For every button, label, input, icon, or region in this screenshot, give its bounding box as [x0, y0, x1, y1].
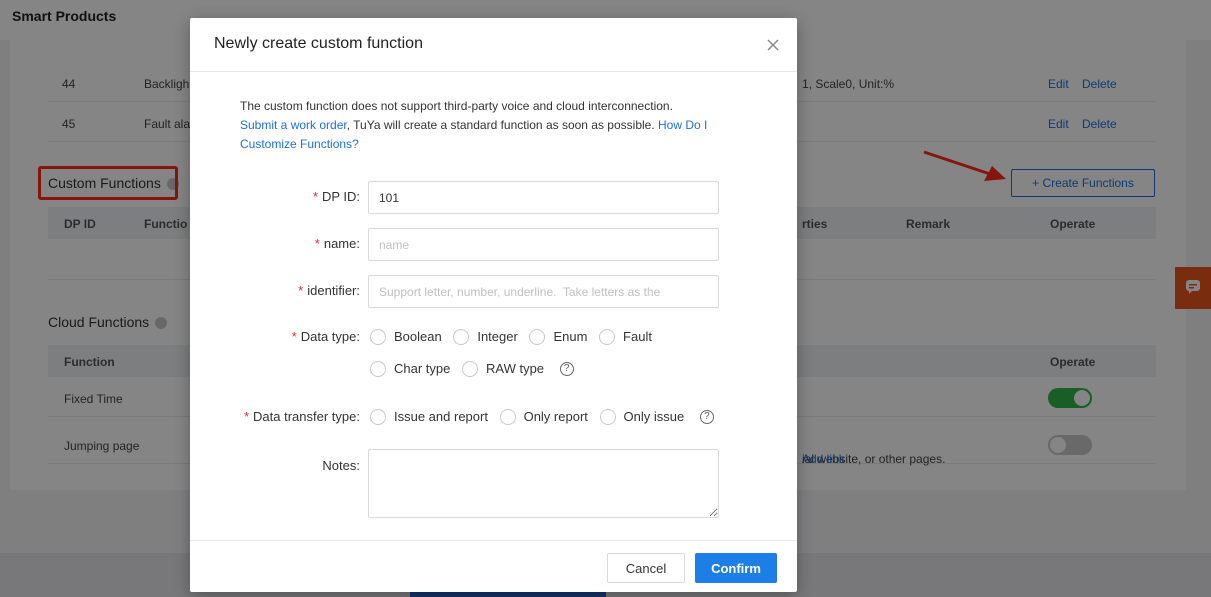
question-circle-icon[interactable]: ?	[699, 409, 714, 424]
notes-label: Notes:	[322, 458, 360, 473]
dialog-title: Newly create custom function	[214, 35, 423, 52]
identifier-label: * identifier:	[298, 283, 360, 298]
name-label: * name:	[314, 236, 360, 251]
question-circle-icon[interactable]: ?	[559, 361, 574, 376]
data-transfer-type-label: * Data transfer type:	[243, 409, 360, 424]
transfer-only-issue-radio[interactable]: Only issue	[599, 408, 684, 425]
dialog-header: Newly create custom function	[190, 18, 797, 72]
dialog-footer: Cancel Confirm	[190, 540, 797, 592]
data-type-enum-radio[interactable]: Enum	[529, 328, 587, 345]
data-type-label: * Data type:	[291, 329, 360, 344]
data-type-radio-group: Boolean Integer Enum Fault	[370, 328, 660, 345]
radio-icon	[453, 328, 470, 345]
data-type-integer-radio[interactable]: Integer	[453, 328, 518, 345]
submit-work-order-link[interactable]: Submit a work order	[240, 118, 347, 132]
custom-function-notice: The custom function does not support thi…	[240, 99, 708, 151]
radio-icon	[599, 408, 616, 425]
data-type-char-radio[interactable]: Char type	[370, 360, 450, 377]
cancel-button[interactable]: Cancel	[607, 553, 685, 583]
data-type-fault-radio[interactable]: Fault	[599, 328, 652, 345]
notes-textarea[interactable]	[368, 449, 719, 518]
data-type-radio-group-row2: Char type RAW type ?	[370, 360, 574, 377]
confirm-button[interactable]: Confirm	[695, 553, 777, 583]
radio-icon	[370, 408, 386, 425]
radio-icon	[370, 328, 386, 345]
transfer-issue-and-report-radio[interactable]: Issue and report	[370, 408, 488, 425]
radio-icon	[370, 360, 386, 377]
create-function-dialog: Newly create custom function The custom …	[190, 18, 797, 592]
data-transfer-type-radio-group: Issue and report Only report Only issue …	[370, 408, 714, 425]
data-type-raw-radio[interactable]: RAW type	[462, 360, 544, 377]
close-icon[interactable]	[764, 36, 782, 54]
dp-id-input[interactable]	[368, 181, 719, 214]
identifier-input[interactable]	[368, 275, 719, 308]
radio-icon	[462, 360, 478, 377]
radio-icon	[499, 408, 516, 425]
radio-icon	[599, 328, 616, 345]
dp-id-label: * DP ID:	[312, 189, 360, 204]
transfer-only-report-radio[interactable]: Only report	[499, 408, 588, 425]
name-input[interactable]	[368, 228, 719, 261]
data-type-boolean-radio[interactable]: Boolean	[370, 328, 442, 345]
radio-icon	[529, 328, 546, 345]
